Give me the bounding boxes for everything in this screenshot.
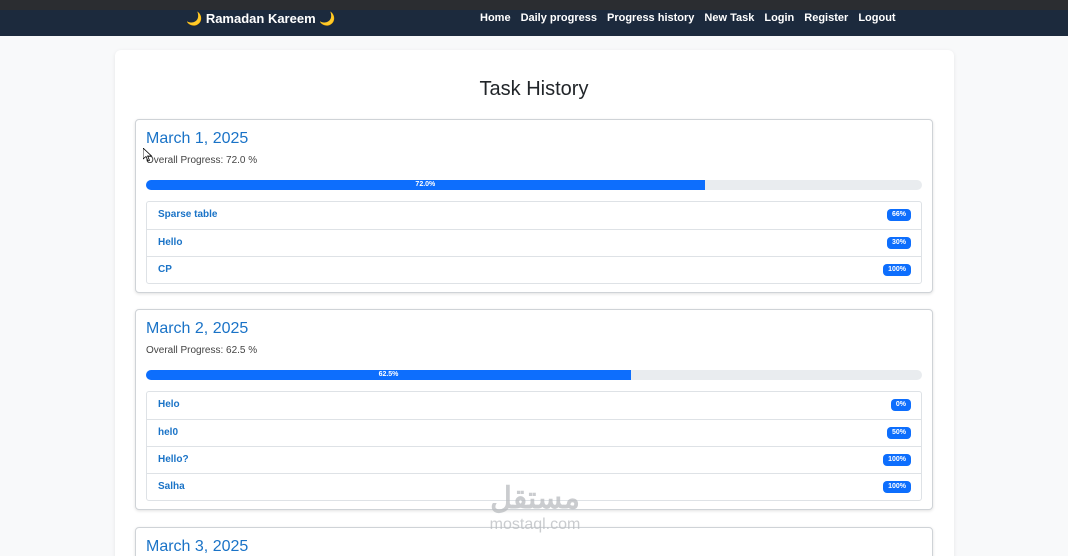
nav-link-progress-history[interactable]: Progress history (607, 10, 694, 36)
navbar-brand[interactable]: 🌙 Ramadan Kareem 🌙 (186, 10, 335, 36)
overall-progress-text: Overall Progress: 72.0 % (146, 155, 258, 166)
task-item[interactable]: Hello? 100% (147, 446, 921, 473)
watermark: مستقل mostaql.com (470, 482, 600, 534)
watermark-arabic: مستقل (490, 482, 580, 515)
day-date: March 1, 2025 (146, 130, 249, 147)
brand-text: Ramadan Kareem (205, 11, 316, 26)
task-progress-badge: 30% (886, 237, 911, 249)
nav-link-login[interactable]: Login (764, 10, 794, 36)
task-name[interactable]: hel0 (158, 427, 178, 438)
nav-link-logout[interactable]: Logout (858, 10, 895, 36)
nav-link-register[interactable]: Register (804, 10, 848, 36)
day-card: March 1, 2025 Overall Progress: 72.0 % 7… (135, 119, 933, 293)
progress-bar: 62.5% (146, 370, 922, 380)
watermark-latin: mostaql.com (489, 516, 581, 533)
day-date: March 2, 2025 (146, 320, 249, 337)
moon-icon: 🌙 (319, 11, 336, 26)
task-name[interactable]: Hello? (158, 454, 189, 465)
task-progress-badge: 50% (886, 427, 911, 439)
task-list: Sparse table 66% Hello 30% CP 100% (146, 201, 922, 284)
task-name[interactable]: CP (158, 264, 172, 275)
navbar: 🌙 Ramadan Kareem 🌙 Home Daily progress P… (0, 10, 1068, 36)
page-title: Task History (479, 78, 589, 100)
task-name[interactable]: Hello (158, 237, 182, 248)
nav-link-new-task[interactable]: New Task (704, 10, 754, 36)
task-item[interactable]: hel0 50% (147, 419, 921, 446)
progress-fill: 72.0% (146, 180, 705, 190)
task-progress-badge: 100% (883, 264, 911, 276)
nav-link-home[interactable]: Home (480, 10, 511, 36)
task-item[interactable]: Helo 0% (147, 392, 921, 419)
task-item[interactable]: CP 100% (147, 256, 921, 283)
nav-links: Home Daily progress Progress history New… (480, 10, 896, 36)
task-progress-badge: 100% (883, 481, 911, 493)
task-name[interactable]: Salha (158, 481, 185, 492)
mouse-cursor-icon (143, 148, 153, 162)
day-card: March 2, 2025 Overall Progress: 62.5 % 6… (135, 309, 933, 510)
task-progress-badge: 0% (890, 399, 911, 411)
progress-bar: 72.0% (146, 180, 922, 190)
progress-fill: 62.5% (146, 370, 631, 380)
task-item[interactable]: Sparse table 66% (147, 202, 921, 229)
task-name[interactable]: Helo (158, 399, 180, 410)
task-item[interactable]: Hello 30% (147, 229, 921, 256)
nav-link-daily-progress[interactable]: Daily progress (521, 10, 597, 36)
task-name[interactable]: Sparse table (158, 209, 217, 220)
browser-top-strip (0, 0, 1068, 10)
moon-icon: 🌙 (186, 11, 203, 26)
overall-progress-text: Overall Progress: 62.5 % (146, 345, 258, 356)
day-date: March 3, 2025 (146, 538, 249, 555)
task-progress-badge: 66% (886, 209, 911, 221)
task-progress-badge: 100% (883, 454, 911, 466)
